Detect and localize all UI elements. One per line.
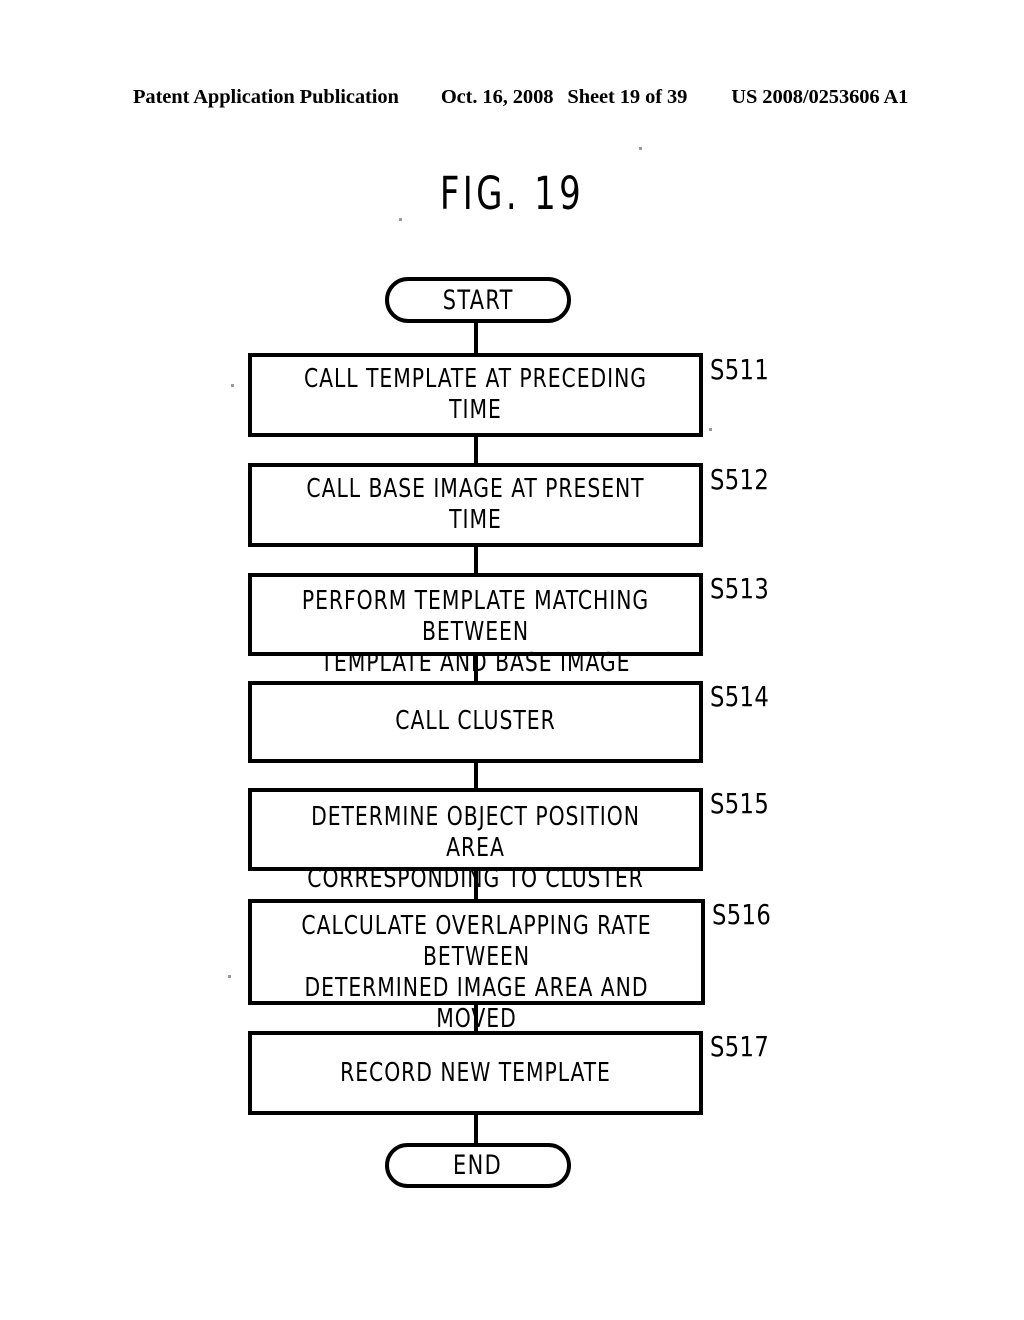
scan-speck: [228, 975, 231, 978]
process-box-s514-text: CALL CLUSTER: [395, 706, 556, 736]
end-terminator-label: END: [453, 1150, 503, 1181]
start-terminator-label: START: [442, 284, 514, 316]
process-box-s514: CALL CLUSTER: [248, 681, 703, 763]
connector-s514-to-s515: [474, 763, 478, 788]
connector-s516-to-s517: [474, 1005, 478, 1031]
connector-s513-to-s514: [474, 656, 478, 681]
connector-s511-to-s512: [474, 437, 478, 463]
connector-s512-to-s513: [474, 547, 478, 573]
step-label-s515: S515: [710, 787, 770, 820]
scan-speck: [709, 428, 712, 431]
process-box-s512-text: CALL BASE IMAGE AT PRESENT TIME: [306, 474, 645, 535]
flowchart-start-terminator: START: [385, 277, 571, 323]
step-label-s512: S512: [710, 463, 770, 496]
process-box-s513: PERFORM TEMPLATE MATCHING BETWEEN TEMPLA…: [248, 573, 703, 678]
step-label-s517: S517: [710, 1030, 770, 1063]
scan-speck: [639, 147, 642, 150]
flowchart-end-terminator: END: [385, 1143, 571, 1188]
process-box-s515: DETERMINE OBJECT POSITION AREA CORRESPON…: [248, 788, 703, 894]
connector-start-to-s511: [474, 323, 478, 353]
process-box-s511: CALL TEMPLATE AT PRECEDING TIME: [248, 353, 703, 437]
step-label-s516: S516: [712, 898, 772, 931]
process-box-s517-text: RECORD NEW TEMPLATE: [340, 1057, 611, 1088]
connector-s517-to-end: [474, 1115, 478, 1143]
process-box-s512: CALL BASE IMAGE AT PRESENT TIME: [248, 463, 703, 547]
connector-s515-to-s516: [474, 871, 478, 899]
step-label-s513: S513: [710, 572, 770, 605]
scan-speck: [399, 218, 402, 221]
step-label-s511: S511: [710, 353, 770, 386]
process-box-s517: RECORD NEW TEMPLATE: [248, 1031, 703, 1115]
process-box-s511-text: CALL TEMPLATE AT PRECEDING TIME: [303, 364, 648, 425]
process-box-s516: CALCULATE OVERLAPPING RATE BETWEEN DETER…: [248, 899, 705, 1065]
patent-figure-page: Patent Application Publication Oct. 16, …: [0, 0, 1024, 1320]
flowchart-diagram: START CALL TEMPLATE AT PRECEDING TIME S5…: [0, 0, 1024, 1320]
step-label-s514: S514: [710, 680, 770, 713]
scan-speck: [231, 384, 234, 387]
